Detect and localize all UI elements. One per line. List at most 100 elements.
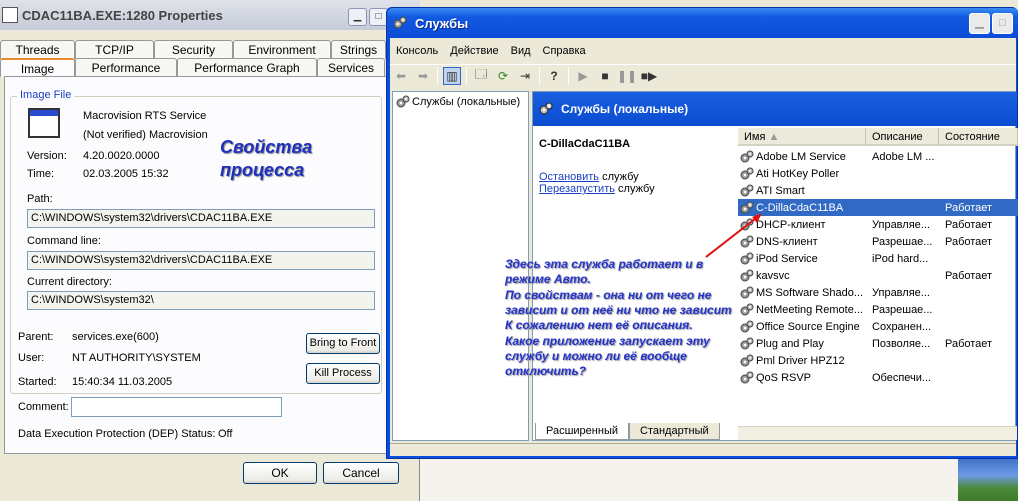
restart-service-icon[interactable]: ■▶ (640, 67, 658, 85)
service-gear-icon (740, 184, 754, 196)
service-description-cell: Управляе... (872, 218, 930, 231)
ok-button[interactable]: OK (243, 462, 317, 484)
props-window-title: CDAC11BA.EXE:1280 Properties (22, 7, 223, 23)
table-row[interactable]: Ati HotKey Poller (738, 165, 1018, 182)
pause-service-icon[interactable]: ❚❚ (617, 67, 637, 85)
tab-standard[interactable]: Стандартный (629, 423, 720, 440)
minimize-button[interactable]: ▁ (348, 8, 367, 26)
cancel-button[interactable]: Cancel (323, 462, 399, 484)
company-name: (Not verified) Macrovision (83, 129, 208, 141)
tab-strings[interactable]: Strings (331, 40, 386, 59)
tab-threads[interactable]: Threads (0, 40, 75, 59)
table-row[interactable]: NetMeeting Remote... Разрешае... (738, 301, 1018, 318)
services-list-rows: Adobe LM Service Adobe LM ... Ati HotKey P… (738, 148, 1018, 386)
table-row[interactable]: Office Source Engine Сохранен... (738, 318, 1018, 335)
export-list-icon[interactable]: ⇥ (516, 67, 534, 85)
tab-environment[interactable]: Environment (233, 40, 331, 59)
table-row[interactable]: MS Software Shado... Управляе... (738, 284, 1018, 301)
product-name: Macrovision RTS Service (83, 110, 207, 122)
tab-security[interactable]: Security (154, 40, 233, 59)
services-gear-icon (539, 102, 553, 115)
back-arrow-icon[interactable]: ⬅ (392, 67, 410, 85)
refresh-icon[interactable]: ⟳ (494, 67, 512, 85)
service-gear-icon (740, 150, 754, 162)
menu-action[interactable]: Действие (444, 40, 504, 62)
column-header-name[interactable]: Имя ▲ (738, 128, 866, 146)
table-row[interactable]: ATI Smart (738, 182, 1018, 199)
service-description-cell: Сохранен... (872, 320, 932, 333)
column-header-state[interactable]: Состояние (939, 128, 1018, 146)
horizontal-scrollbar[interactable] (738, 426, 1017, 440)
service-name-cell: kavsvc (738, 269, 866, 283)
table-row[interactable]: QoS RSVP Обеспечи... (738, 369, 1018, 386)
table-row[interactable]: Plug and Play Позволяе... Работает (738, 335, 1018, 352)
services-titlebar[interactable]: Службы ▁ □ (387, 8, 1018, 38)
stop-service-link[interactable]: Остановить службу (539, 171, 639, 183)
service-gear-icon (740, 337, 754, 349)
tab-extended[interactable]: Расширенный (535, 423, 629, 440)
app-window-icon (2, 7, 18, 23)
comment-input[interactable] (71, 397, 282, 417)
table-row[interactable]: iPod Service iPod hard... (738, 250, 1018, 267)
command-line-label: Command line: (27, 235, 101, 247)
services-minimize-button[interactable]: ▁ (969, 13, 990, 34)
service-state-cell: Работает (945, 235, 993, 248)
annotation-line: По свойствам - она ни от чего не (505, 287, 712, 302)
bring-to-front-button[interactable]: Bring to Front (306, 333, 380, 354)
table-row[interactable]: DHCP-клиент Управляе... Работает (738, 216, 1018, 233)
service-name-cell: Ati HotKey Poller (738, 167, 866, 181)
tab-tcpip[interactable]: TCP/IP (75, 40, 154, 59)
annotation-line: службу и можно ли её вообще (505, 348, 687, 363)
table-row[interactable]: DNS-клиент Разрешае... Работает (738, 233, 1018, 250)
table-row[interactable]: kavsvc Работает (738, 267, 1018, 284)
services-maximize-button[interactable]: □ (992, 13, 1013, 34)
kill-process-button[interactable]: Kill Process (306, 363, 380, 384)
column-header-description[interactable]: Описание (866, 128, 939, 146)
parent-label: Parent: (18, 331, 54, 343)
forward-arrow-icon[interactable]: ➡ (414, 67, 432, 85)
table-row[interactable]: Adobe LM Service Adobe LM ... (738, 148, 1018, 165)
tab-image[interactable]: Image (0, 58, 75, 77)
stop-service-icon[interactable]: ■ (596, 67, 614, 85)
tab-performance-graph[interactable]: Performance Graph (177, 58, 317, 77)
path-label: Path: (27, 193, 53, 205)
service-description-cell: Обеспечи... (872, 371, 932, 384)
service-name-cell: MS Software Shado... (738, 286, 866, 300)
start-service-icon[interactable]: ▶ (574, 67, 592, 85)
table-row[interactable]: Pml Driver HPZ12 (738, 352, 1018, 369)
service-name-cell: Pml Driver HPZ12 (738, 354, 866, 368)
service-description-cell: Разрешае... (872, 303, 933, 316)
services-toolbar: ⬅ ➡ ▥ 🗔 ⟳ ⇥ ? ▶ ■ ❚❚ ■▶ (390, 64, 1016, 86)
properties-icon[interactable]: 🗔 (472, 67, 490, 85)
annotation-line: Какое приложение запускает эту (505, 333, 710, 348)
annotation-process-properties-1: Свойства (220, 137, 313, 157)
menu-view[interactable]: Вид (505, 40, 537, 62)
props-titlebar[interactable]: CDAC11BA.EXE:1280 Properties ▁ □ (0, 0, 420, 30)
services-view-tabs: Расширенный Стандартный (535, 423, 720, 440)
tab-performance[interactable]: Performance (75, 58, 177, 77)
restart-service-link[interactable]: Перезапустить службу (539, 183, 655, 195)
user-value: NT AUTHORITY\SYSTEM (72, 352, 201, 364)
command-line-field[interactable]: C:\WINDOWS\system32\drivers\CDAC11BA.EXE (27, 251, 375, 270)
desktop-wallpaper (958, 458, 1018, 501)
tree-item-local-services[interactable]: Службы (локальные) (396, 95, 520, 109)
path-field[interactable]: C:\WINDOWS\system32\drivers\CDAC11BA.EXE (27, 209, 375, 228)
props-tabs-row2: Image Performance Performance Graph Serv… (0, 58, 385, 77)
service-name-cell: Adobe LM Service (738, 150, 866, 164)
time-value: 02.03.2005 15:32 (83, 168, 169, 180)
service-gear-icon (740, 167, 754, 179)
tab-services[interactable]: Services (317, 58, 385, 77)
service-name-cell: Plug and Play (738, 337, 866, 351)
comment-label: Comment: (18, 401, 69, 413)
current-directory-field[interactable]: C:\WINDOWS\system32\ (27, 291, 375, 310)
toolbar-separator (568, 66, 569, 85)
services-list: Имя ▲ Описание Состояние Adobe LM Servic… (738, 128, 1018, 408)
selected-service-name: C-DillaCdaC11BA (539, 138, 631, 150)
menu-console[interactable]: Консоль (390, 40, 444, 62)
table-row[interactable]: C-DillaCdaC11BA Работает (738, 199, 1018, 216)
annotation-arrow (705, 213, 762, 258)
show-hide-tree-icon[interactable]: ▥ (443, 66, 461, 85)
help-icon[interactable]: ? (545, 67, 563, 85)
menu-help[interactable]: Справка (537, 40, 592, 62)
toolbar-separator (437, 66, 438, 85)
